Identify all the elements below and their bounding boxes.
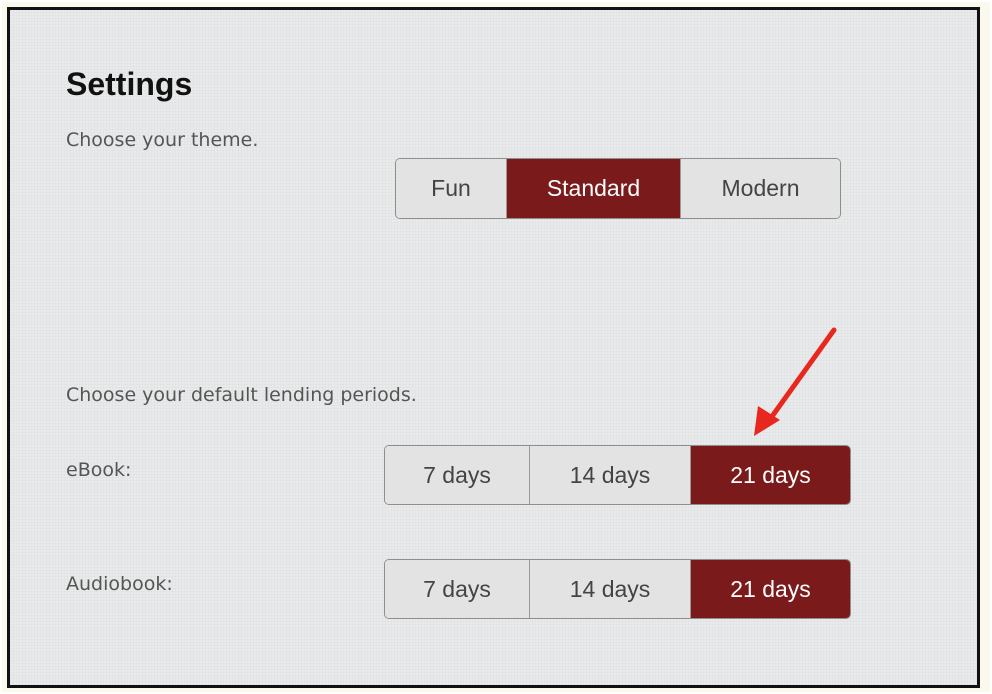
ebook-option-7-days[interactable]: 7 days (385, 446, 530, 504)
ebook-option-14-days[interactable]: 14 days (530, 446, 691, 504)
audiobook-option-21-days[interactable]: 21 days (691, 560, 850, 618)
audiobook-label: Audiobook: (66, 573, 173, 595)
theme-selector: Fun Standard Modern (395, 158, 841, 219)
ebook-label: eBook: (66, 459, 132, 481)
theme-option-modern[interactable]: Modern (681, 159, 840, 218)
ebook-option-21-days[interactable]: 21 days (691, 446, 850, 504)
theme-option-standard[interactable]: Standard (507, 159, 681, 218)
lending-prompt: Choose your default lending periods. (66, 384, 417, 406)
audiobook-lending-selector: 7 days 14 days 21 days (384, 559, 851, 619)
settings-panel: Settings Choose your theme. Fun Standard… (7, 7, 980, 688)
audiobook-option-7-days[interactable]: 7 days (385, 560, 530, 618)
red-arrow-icon (754, 327, 837, 436)
audiobook-option-14-days[interactable]: 14 days (530, 560, 691, 618)
theme-option-fun[interactable]: Fun (396, 159, 507, 218)
theme-prompt: Choose your theme. (66, 129, 259, 151)
ebook-lending-selector: 7 days 14 days 21 days (384, 445, 851, 505)
page-title: Settings (66, 66, 193, 102)
